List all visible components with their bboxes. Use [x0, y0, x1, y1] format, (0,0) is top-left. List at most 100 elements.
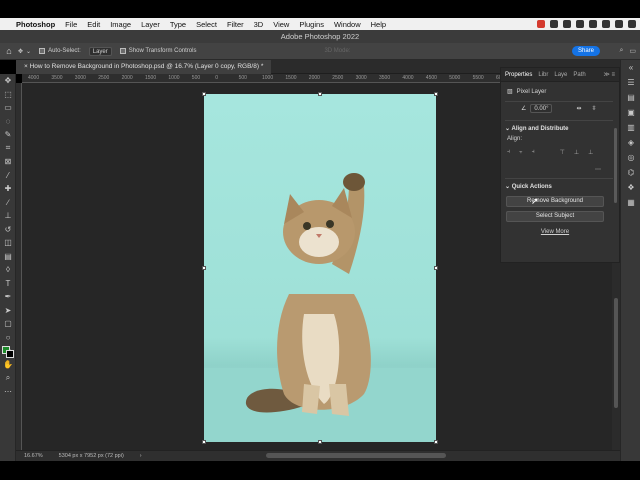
auto-select-option[interactable]: Auto-Select:	[39, 48, 81, 54]
scroll-thumb[interactable]	[614, 298, 618, 408]
artboard-tool-icon[interactable]: ⬚	[0, 88, 16, 102]
pen-tool-icon[interactable]: ✒	[0, 290, 16, 304]
remove-background-button[interactable]: Remove Background	[506, 196, 604, 207]
blur-tool-icon[interactable]: ◊	[0, 263, 16, 277]
move-tool-icon[interactable]: ✥	[0, 74, 16, 88]
panel-scrollbar[interactable]	[614, 128, 617, 203]
workspace-icon[interactable]: ▭	[629, 47, 636, 55]
menu-filter[interactable]: Filter	[227, 20, 244, 29]
transform-controls-option[interactable]: Show Transform Controls	[119, 48, 196, 54]
transform-handle[interactable]	[202, 266, 206, 270]
image-icon[interactable]: ▣	[621, 105, 640, 120]
menu-window[interactable]: Window	[334, 20, 361, 29]
zoom-tool-icon[interactable]: ⌕	[0, 371, 16, 385]
character-icon[interactable]: ▦	[621, 195, 640, 210]
rectangle-tool-icon[interactable]: ▢	[0, 317, 16, 331]
menu-image[interactable]: Image	[110, 20, 131, 29]
properties-icon[interactable]: ▥	[621, 120, 640, 135]
marquee-tool-icon[interactable]: ▭	[0, 101, 16, 115]
status-icon[interactable]	[563, 20, 571, 28]
quick-actions-header[interactable]: ⌄ Quick Actions	[505, 183, 552, 190]
auto-select-checkbox[interactable]	[39, 48, 46, 54]
gradient-tool-icon[interactable]: ▤	[0, 250, 16, 264]
align-bottom-icon[interactable]: ⊥	[588, 149, 593, 156]
lasso-tool-icon[interactable]: ◌	[0, 115, 16, 129]
zoom-level[interactable]: 16.67%	[24, 453, 43, 459]
healing-brush-tool-icon[interactable]: ✚	[0, 182, 16, 196]
angle-field[interactable]: 0.00°	[530, 104, 553, 113]
transform-handle[interactable]	[202, 92, 206, 96]
history-brush-tool-icon[interactable]: ↺	[0, 223, 16, 237]
chevron-right-icon[interactable]: ›	[140, 453, 142, 459]
align-middle-icon[interactable]: ⊥	[574, 149, 579, 156]
tab-properties[interactable]: Properties	[505, 72, 532, 78]
type-tool-icon[interactable]: T	[0, 277, 16, 291]
menu-layer[interactable]: Layer	[141, 20, 160, 29]
tab-libraries[interactable]: Libr	[538, 72, 548, 78]
frame-tool-icon[interactable]: ⊠	[0, 155, 16, 169]
document-size[interactable]: 5304 px x 7952 px (72 ppi)	[59, 453, 124, 459]
more-tools-icon[interactable]: ⋯	[0, 385, 16, 399]
paths-icon[interactable]: ⌬	[621, 165, 640, 180]
align-top-icon[interactable]: ⊤	[560, 149, 565, 156]
transform-controls-checkbox[interactable]	[119, 48, 126, 54]
recording-icon[interactable]	[537, 20, 545, 28]
more-align-options[interactable]: ⋯	[595, 166, 601, 173]
align-section-header[interactable]: ⌄ Align and Distribute	[505, 125, 568, 132]
align-center-h-icon[interactable]: ⫟	[519, 149, 523, 156]
panel-menu-icon[interactable]: ≫ ≡	[604, 71, 615, 78]
menu-3d[interactable]: 3D	[254, 20, 264, 29]
flip-vertical-icon[interactable]: ⇳	[592, 105, 597, 112]
flip-horizontal-icon[interactable]: ⇹	[576, 105, 581, 112]
menu-edit[interactable]: Edit	[87, 20, 100, 29]
status-icon[interactable]	[615, 20, 623, 28]
status-icon[interactable]	[550, 20, 558, 28]
transform-handle[interactable]	[202, 440, 206, 444]
menu-help[interactable]: Help	[371, 20, 386, 29]
auto-select-dropdown[interactable]: Layer	[88, 46, 112, 56]
home-icon[interactable]: ⌂	[0, 46, 18, 56]
adjustments-icon[interactable]: ☰	[621, 75, 640, 90]
transform-handle[interactable]	[318, 440, 322, 444]
ellipse-tool-icon[interactable]: ○	[0, 331, 16, 345]
brush-tool-icon[interactable]: ∕	[0, 196, 16, 210]
channels-icon[interactable]: ◎	[621, 150, 640, 165]
menu-select[interactable]: Select	[196, 20, 217, 29]
stamp-tool-icon[interactable]: ⊥	[0, 209, 16, 223]
tab-layers[interactable]: Laye	[554, 72, 567, 78]
transform-handle[interactable]	[434, 266, 438, 270]
status-icon[interactable]	[628, 20, 636, 28]
hand-tool-icon[interactable]: ✋	[0, 358, 16, 372]
menu-file[interactable]: File	[65, 20, 77, 29]
auto-select-value[interactable]: Layer	[88, 46, 112, 56]
eraser-tool-icon[interactable]: ◫	[0, 236, 16, 250]
tab-document[interactable]: × How to Remove Background in Photoshop.…	[16, 60, 272, 74]
background-color-swatch[interactable]	[6, 350, 14, 358]
path-select-tool-icon[interactable]: ➤	[0, 304, 16, 318]
menu-app-name[interactable]: Photoshop	[16, 20, 55, 29]
document-icon[interactable]: ▤	[621, 90, 640, 105]
eyedropper-tool-icon[interactable]: ⁄	[0, 169, 16, 183]
transform-handle[interactable]	[434, 440, 438, 444]
menu-view[interactable]: View	[273, 20, 289, 29]
align-right-icon[interactable]: ⫞	[532, 149, 535, 156]
document-image[interactable]	[204, 94, 436, 442]
status-icon[interactable]	[576, 20, 584, 28]
layers-icon[interactable]: ◈	[621, 135, 640, 150]
align-left-icon[interactable]: ⫞	[507, 149, 510, 156]
collapse-icon[interactable]: «	[621, 60, 640, 75]
select-subject-button[interactable]: Select Subject	[506, 211, 604, 222]
view-more-link[interactable]: View More	[501, 229, 609, 235]
quick-select-tool-icon[interactable]: ✎	[0, 128, 16, 142]
transform-handle[interactable]	[318, 92, 322, 96]
status-icon[interactable]	[602, 20, 610, 28]
crop-tool-icon[interactable]: ⌗	[0, 142, 16, 156]
libraries-icon[interactable]: ❖	[621, 180, 640, 195]
search-icon[interactable]: ⌕	[619, 47, 623, 55]
status-icon[interactable]	[589, 20, 597, 28]
transform-handle[interactable]	[434, 92, 438, 96]
share-button[interactable]: Share	[571, 46, 600, 56]
tab-paths[interactable]: Path	[573, 72, 585, 78]
horizontal-scrollbar[interactable]	[266, 453, 446, 458]
menu-plugins[interactable]: Plugins	[299, 20, 324, 29]
